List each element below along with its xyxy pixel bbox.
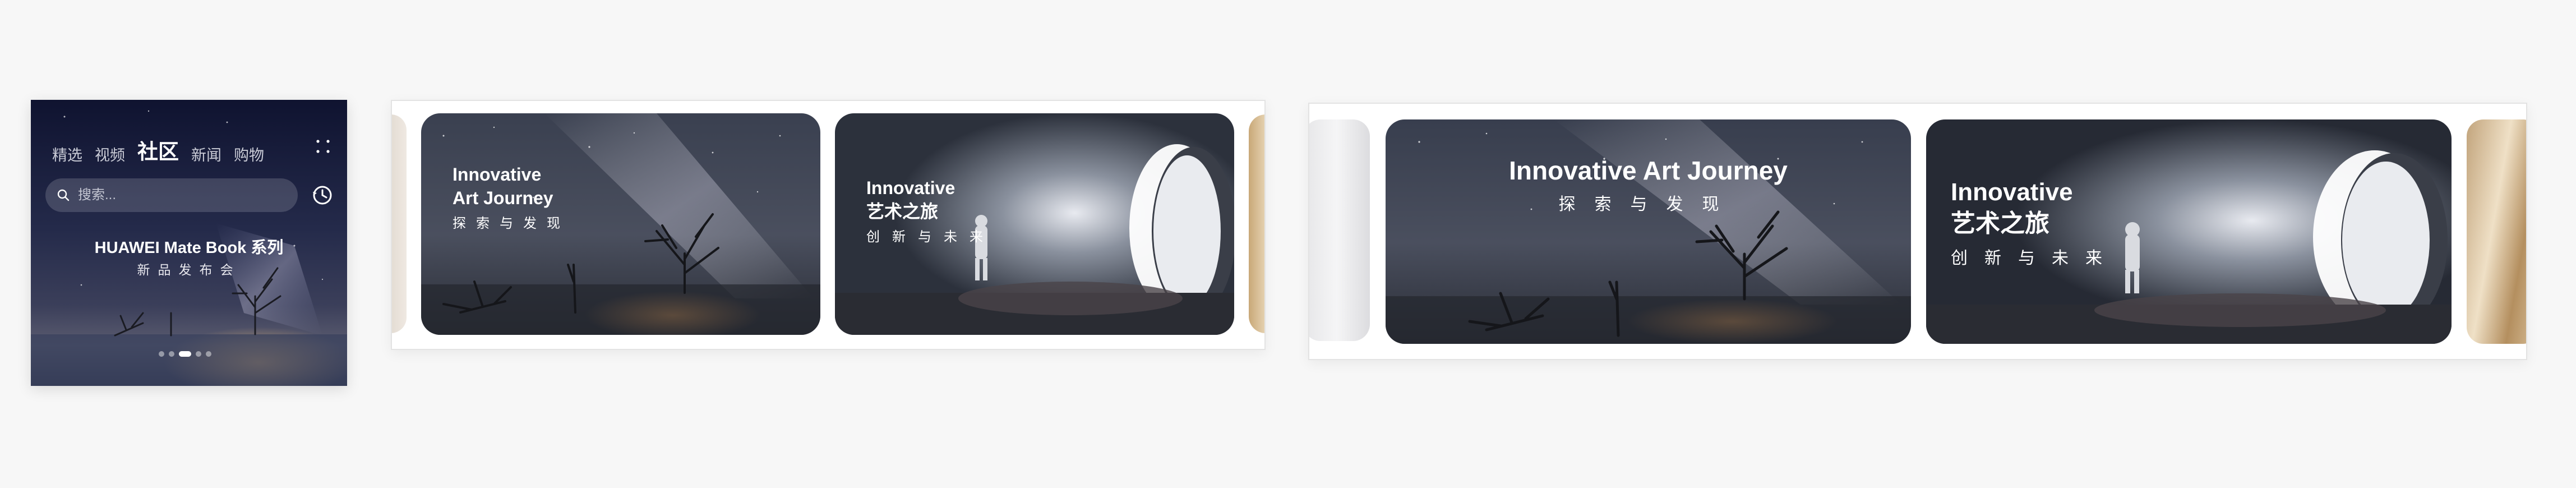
card-title-line-2: Art Journey: [453, 188, 553, 208]
search-bar[interactable]: [45, 178, 298, 212]
history-clock-icon[interactable]: [311, 184, 334, 206]
card-subtitle: 探索与发现: [1558, 195, 1738, 214]
milky-way-image: [1386, 119, 1911, 344]
search-icon: [57, 189, 70, 201]
top-tab-bar: 精选 视频 社区 新闻 购物: [52, 135, 264, 165]
card-text: Innovative 艺术之旅 创新与未来: [866, 176, 995, 249]
card-text: Innovative Art Journey 探索与发现: [1386, 155, 1911, 215]
page-dot[interactable]: [196, 351, 201, 357]
banner-subtitle: 新品发布会: [137, 263, 241, 277]
carousel-card-innovative-art[interactable]: Innovative 艺术之旅 创新与未来: [835, 113, 1234, 335]
more-grid-icon[interactable]: [316, 139, 330, 154]
phone-home-screen: 精选 视频 社区 新闻 购物 HUAWEI Mate Book 系列 新品发布会: [31, 100, 347, 386]
next-card-peek[interactable]: [2467, 119, 2526, 344]
banner-title: HUAWEI Mate Book 系列: [94, 239, 284, 257]
previous-card-peek[interactable]: [1309, 119, 1370, 341]
card-subtitle: 探索与发现: [453, 216, 570, 231]
page-dot-active[interactable]: [179, 351, 191, 357]
carousel-card-art-journey[interactable]: Innovative Art Journey 探索与发现: [1386, 119, 1911, 344]
card-subtitle: 创新与未来: [866, 229, 995, 245]
carousel-card-art-journey[interactable]: Innovative Art Journey 探索与发现: [421, 113, 820, 335]
card-title-line-1: Innovative: [453, 164, 542, 185]
tab-shopping[interactable]: 购物: [234, 143, 264, 165]
card-title-line-2: 艺术之旅: [1951, 210, 2049, 237]
tab-picks[interactable]: 精选: [52, 143, 82, 165]
card-text: Innovative 艺术之旅 创新与未来: [1951, 177, 2119, 274]
card-carousel-large: Innovative Art Journey 探索与发现 Innovative: [1308, 103, 2527, 360]
card-text: Innovative Art Journey 探索与发现: [453, 163, 570, 236]
tab-community[interactable]: 社区: [137, 135, 179, 165]
card-title-line-2: 艺术之旅: [866, 201, 939, 222]
card-title-line-1: Innovative: [866, 178, 955, 198]
page-dot[interactable]: [206, 351, 211, 357]
carousel-card-innovative-art[interactable]: Innovative 艺术之旅 创新与未来: [1926, 119, 2452, 344]
page-dot[interactable]: [169, 351, 174, 357]
next-card-peek[interactable]: [1249, 114, 1264, 333]
tab-video[interactable]: 视频: [95, 143, 125, 165]
card-title: Innovative Art Journey: [1509, 156, 1788, 185]
tab-news[interactable]: 新闻: [191, 143, 221, 165]
page-indicator: [159, 351, 211, 357]
card-carousel-small: Innovative Art Journey 探索与发现 Innovative …: [391, 100, 1266, 350]
previous-card-peek[interactable]: [392, 114, 407, 333]
search-input[interactable]: [77, 187, 292, 204]
card-subtitle: 创新与未来: [1951, 249, 2119, 268]
card-title-line-1: Innovative: [1951, 178, 2073, 206]
page-dot[interactable]: [159, 351, 164, 357]
